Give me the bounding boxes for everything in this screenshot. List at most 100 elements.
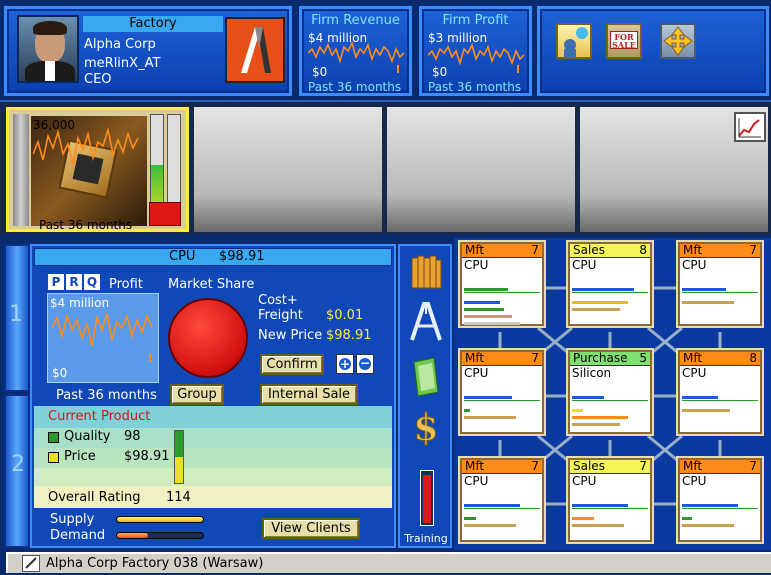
unit-tile-5[interactable]: Purchase 5 Silicon bbox=[568, 350, 652, 434]
product-slot-period: Past 36 months bbox=[39, 218, 133, 232]
firm-revenue-panel[interactable]: Firm Revenue $4 million $0 Past 36 month… bbox=[299, 6, 412, 96]
revenue-bottom-label: $0 bbox=[312, 65, 328, 79]
unit-tile-1[interactable]: Mft 7 CPU bbox=[460, 242, 544, 326]
unit-stat-bar bbox=[572, 524, 624, 527]
new-price-value: $98.91 bbox=[326, 328, 372, 343]
training-label[interactable]: Training bbox=[402, 532, 450, 545]
firm-profit-panel[interactable]: Firm Profit $3 million $0 Past 36 months bbox=[419, 6, 532, 96]
internal-sale-button[interactable]: Internal Sale bbox=[260, 384, 358, 405]
side-tab-1-label: 1 bbox=[9, 302, 23, 327]
profit-chart-period: Past 36 months bbox=[56, 388, 157, 403]
unit-product: CPU bbox=[572, 474, 597, 488]
unit-level: 7 bbox=[749, 243, 757, 257]
unit-type: Mft bbox=[683, 351, 703, 365]
unit-stat-bar bbox=[682, 396, 718, 399]
confirm-button[interactable]: Confirm bbox=[260, 354, 324, 375]
cost-freight-value: $0.01 bbox=[326, 308, 364, 323]
revenue-period: Past 36 months bbox=[308, 80, 402, 94]
unit-type: Sales bbox=[573, 243, 605, 257]
plus-icon: + bbox=[339, 357, 351, 371]
unit-divider bbox=[464, 292, 540, 293]
product-slot-3[interactable] bbox=[387, 107, 575, 232]
unit-header: Mft 7 bbox=[462, 352, 542, 366]
player-title: CEO bbox=[84, 72, 112, 87]
training-gauge bbox=[420, 470, 434, 526]
profit-label: Profit bbox=[109, 277, 143, 292]
revenue-title: Firm Revenue bbox=[311, 13, 400, 28]
price-decrease-button[interactable]: − bbox=[356, 354, 374, 374]
profit-chart: $4 million $0 bbox=[47, 293, 159, 383]
cost-freight-label-2: Freight bbox=[258, 308, 303, 323]
quality-label: Quality bbox=[64, 429, 111, 444]
unit-stat-bar bbox=[464, 504, 520, 507]
unit-stat-bar bbox=[572, 504, 628, 507]
demand-label: Demand bbox=[50, 528, 106, 543]
product-price: $98.91 bbox=[219, 249, 265, 264]
unit-product: Silicon bbox=[572, 366, 612, 380]
unit-tile-8[interactable]: Sales 7 CPU bbox=[568, 458, 652, 542]
unit-tile-9[interactable]: Mft 7 CPU bbox=[678, 458, 762, 542]
unit-divider bbox=[682, 508, 758, 509]
unit-stat-bar bbox=[572, 416, 628, 419]
product-slot-1[interactable]: 36,000 Past 36 months bbox=[6, 107, 189, 232]
unit-tile-7[interactable]: Mft 7 CPU bbox=[460, 458, 544, 542]
for-sale-icon[interactable]: FOR SALE bbox=[606, 23, 642, 59]
company-logo[interactable] bbox=[225, 17, 285, 83]
finance-icon[interactable]: $ bbox=[408, 406, 444, 450]
manual-icon[interactable] bbox=[408, 356, 444, 398]
ceo-portrait[interactable] bbox=[17, 15, 79, 83]
supply-label: Supply bbox=[50, 512, 95, 527]
unit-stat-bar bbox=[572, 517, 595, 520]
unit-stat-bar bbox=[572, 409, 584, 412]
minus-icon: − bbox=[359, 356, 371, 370]
architecture-icon[interactable] bbox=[406, 300, 446, 342]
view-clients-button[interactable]: View Clients bbox=[262, 518, 360, 539]
move-icon[interactable] bbox=[660, 23, 696, 59]
unit-stat-bar bbox=[572, 288, 635, 291]
facility-type-label: Factory bbox=[83, 16, 223, 32]
unit-divider bbox=[682, 292, 758, 293]
new-price-label: New Price bbox=[258, 328, 323, 343]
unit-tile-2[interactable]: Sales 8 CPU bbox=[568, 242, 652, 326]
consult-icon[interactable] bbox=[556, 23, 592, 59]
unit-stat-bar bbox=[572, 301, 628, 304]
vertical-toolbar: $ Training bbox=[398, 244, 452, 548]
p-button[interactable]: P bbox=[48, 274, 64, 290]
demand-bar bbox=[116, 532, 204, 539]
chart-icon[interactable] bbox=[734, 112, 766, 142]
unit-type: Mft bbox=[683, 243, 703, 257]
profit-title: Firm Profit bbox=[442, 13, 509, 28]
company-name: Alpha Corp bbox=[84, 37, 156, 52]
market-share-label: Market Share bbox=[168, 277, 255, 292]
price-increase-button[interactable]: + bbox=[336, 354, 354, 374]
books-icon[interactable] bbox=[408, 252, 444, 292]
unit-tile-4[interactable]: Mft 7 CPU bbox=[460, 350, 544, 434]
unit-header: Sales 8 bbox=[570, 244, 650, 258]
unit-stat-bar bbox=[572, 396, 604, 399]
unit-stat-bar bbox=[682, 524, 734, 527]
unit-level: 7 bbox=[531, 243, 539, 257]
unit-stat-bar bbox=[572, 423, 620, 426]
unit-stat-bar bbox=[464, 396, 512, 399]
product-name: CPU bbox=[169, 249, 196, 264]
quality-value: 98 bbox=[124, 429, 141, 444]
market-share-pie bbox=[168, 298, 248, 378]
unit-type: Purchase bbox=[573, 351, 628, 365]
side-tab-2[interactable]: 2 bbox=[4, 394, 30, 548]
overall-rating-value: 114 bbox=[166, 490, 191, 505]
unit-grid: Mft 7 CPU Sales 8 CPU Mft 7 CPU Mft 7 CPU Purchase 5 S… bbox=[454, 238, 771, 550]
product-slot-2[interactable] bbox=[194, 107, 382, 232]
unit-type: Mft bbox=[465, 459, 485, 473]
r-button[interactable]: R bbox=[66, 274, 82, 290]
player-name: meRlinX_AT bbox=[84, 56, 161, 71]
status-text: Alpha Corp Factory 038 (Warsaw) bbox=[46, 556, 264, 571]
unit-type: Mft bbox=[465, 243, 485, 257]
status-bar: Alpha Corp Factory 038 (Warsaw) bbox=[6, 552, 771, 573]
q-button[interactable]: Q bbox=[84, 274, 100, 290]
edit-icon[interactable] bbox=[22, 555, 40, 572]
group-button[interactable]: Group bbox=[170, 384, 224, 405]
unit-tile-3[interactable]: Mft 7 CPU bbox=[678, 242, 762, 326]
unit-tile-6[interactable]: Mft 8 CPU bbox=[678, 350, 762, 434]
side-tab-1[interactable]: 1 bbox=[4, 244, 30, 392]
unit-level: 7 bbox=[531, 351, 539, 365]
